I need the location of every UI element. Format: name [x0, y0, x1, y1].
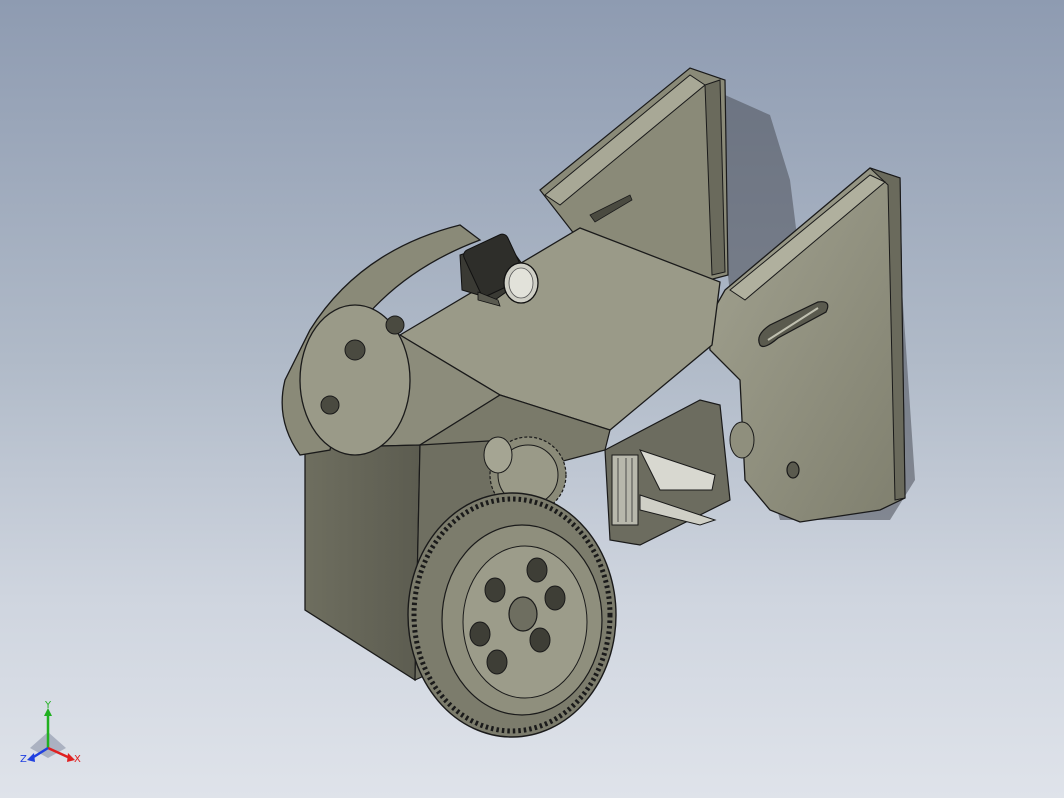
z-axis-label: Z: [20, 754, 27, 765]
pulley-hole: [344, 339, 366, 361]
main-spur-gear: [407, 492, 617, 738]
x-axis-label: X: [74, 754, 81, 765]
gear-hub: [508, 596, 538, 632]
gear-mechanism: [604, 399, 755, 546]
plate-hole: [786, 461, 800, 479]
graphics-viewport[interactable]: Y X Z: [0, 0, 1064, 798]
coordinate-triad: Y X Z: [20, 700, 81, 765]
model-view[interactable]: [0, 0, 1064, 798]
y-axis-label: Y: [44, 700, 52, 711]
